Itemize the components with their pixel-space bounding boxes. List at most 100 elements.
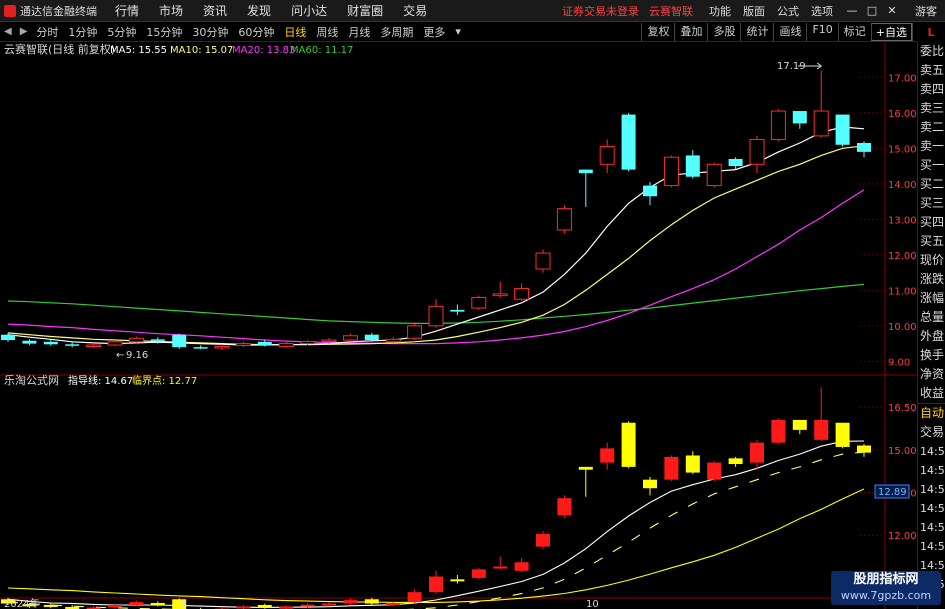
- candle-body: [514, 288, 530, 300]
- period-1min[interactable]: 1分钟: [63, 24, 102, 40]
- yaxis-main-label: 15.00: [888, 144, 917, 155]
- tool-biaoji[interactable]: 标记: [837, 22, 871, 41]
- period-daily[interactable]: 日线: [279, 24, 311, 40]
- period-5min[interactable]: 5分钟: [102, 24, 141, 40]
- tool-huaxian[interactable]: 画线: [773, 22, 806, 41]
- sub-title: 乐淘公式网: [4, 374, 59, 387]
- quote-label: 涨跌: [920, 272, 945, 286]
- sub-bar: [664, 456, 679, 480]
- tool-gongshi[interactable]: 公式: [771, 3, 805, 19]
- sub-bar: [835, 422, 850, 447]
- ma5-label: MA5: 15.55: [110, 45, 167, 56]
- chart-area: 云赛智联(日线 前复权) MA5: 15.55 MA10: 15.07 MA20…: [0, 42, 945, 609]
- low-annotation: 9.16: [126, 350, 148, 361]
- app-logo-icon: [4, 4, 16, 17]
- candle-body: [1, 334, 15, 341]
- candle-body: [65, 344, 80, 346]
- period-15min[interactable]: 15分钟: [141, 24, 187, 40]
- sub-bar: [750, 442, 764, 463]
- period-monthly[interactable]: 月线: [343, 24, 375, 40]
- period-weekly[interactable]: 周线: [311, 24, 343, 40]
- xaxis-label-9: 9: [180, 599, 186, 609]
- trade-time: 14:56: [920, 521, 945, 534]
- sub-bar: [300, 604, 315, 607]
- chevron-down-icon[interactable]: ▾: [450, 25, 466, 38]
- nav-right-icon[interactable]: ▶: [16, 26, 32, 37]
- menu-bar: 通达信金融终端 行情 市场 资讯 发现 问小达 财富圈 交易 证券交易未登录 云…: [0, 0, 945, 22]
- candle-body: [450, 309, 465, 312]
- quote-label: 现价: [920, 253, 945, 267]
- candle-body: [556, 208, 572, 231]
- quote-label: 总量: [920, 310, 945, 324]
- kline-chart[interactable]: 云赛智联(日线 前复权) MA5: 15.55 MA10: 15.07 MA20…: [0, 42, 945, 609]
- yaxis-main-label: 17.00: [888, 73, 917, 84]
- stock-name-link[interactable]: 云赛智联: [649, 3, 693, 19]
- quote-label: 买一: [920, 158, 945, 172]
- candle-body: [792, 111, 807, 124]
- sub-bar: [322, 603, 336, 606]
- xaxis-label-10: 10: [586, 599, 599, 609]
- menu-wenxiaoda[interactable]: 问小达: [281, 2, 337, 19]
- yaxis-main-label: 13.00: [888, 215, 917, 226]
- sub-bar: [557, 498, 572, 516]
- yaxis-sub-label: 15.00: [888, 446, 917, 457]
- candle-body: [342, 335, 358, 341]
- tool-duogu[interactable]: 多股: [707, 22, 740, 41]
- minimize-icon[interactable]: —: [843, 4, 861, 17]
- critical-point-label: 临界点: 12.77: [132, 374, 197, 387]
- sub-bar: [43, 604, 58, 607]
- yaxis-main-label: 10.00: [888, 322, 917, 333]
- nav-left-icon[interactable]: ◀: [0, 26, 16, 37]
- menu-zixun[interactable]: 资讯: [193, 2, 237, 19]
- quote-label: 换手: [920, 348, 945, 362]
- candle-body: [578, 169, 593, 174]
- watermark: 股朋指标网 www.7gpzb.com: [831, 571, 941, 605]
- menu-caifuquan[interactable]: 财富圈: [337, 2, 393, 19]
- close-icon[interactable]: ✕: [883, 4, 901, 17]
- period-30min[interactable]: 30分钟: [187, 24, 233, 40]
- tool-gongneng[interactable]: 功能: [703, 3, 737, 19]
- sub-bar: [129, 602, 144, 605]
- menu-shichang[interactable]: 市场: [149, 2, 193, 19]
- candle-body: [172, 334, 187, 348]
- candle-body: [86, 344, 102, 348]
- guest-user[interactable]: 游客: [901, 3, 945, 19]
- tool-fuquan[interactable]: 复权: [641, 22, 674, 41]
- tool-diejia[interactable]: 叠加: [674, 22, 707, 41]
- trade-login-link[interactable]: 证券交易未登录: [562, 3, 639, 19]
- candle-body: [235, 343, 251, 346]
- menu-hangqing[interactable]: 行情: [105, 2, 149, 19]
- candle-body: [813, 110, 829, 137]
- tool-f10[interactable]: F10: [806, 22, 837, 41]
- candle-body: [770, 110, 786, 140]
- quote-label: 买四: [920, 215, 945, 229]
- sub-bar: [364, 599, 379, 604]
- quote-label: 卖一: [920, 139, 945, 153]
- period-more[interactable]: 更多: [418, 24, 450, 40]
- sub-bar: [407, 592, 422, 603]
- tool-xuanxiang[interactable]: 选项: [805, 3, 839, 19]
- quote-label: 卖四: [920, 82, 945, 96]
- menu-jiaoyi[interactable]: 交易: [393, 2, 437, 19]
- sub-bar: [108, 604, 122, 608]
- sub-bar: [536, 533, 550, 547]
- candle-body: [706, 163, 722, 187]
- period-fenshi[interactable]: 分时: [31, 24, 63, 40]
- xaxis-label-2024: 2024年: [4, 597, 39, 609]
- sub-bar: [257, 604, 272, 608]
- tool-banmian[interactable]: 版面: [737, 3, 771, 19]
- candle-body: [599, 146, 615, 165]
- candle-body: [128, 337, 144, 343]
- candle-body: [364, 334, 379, 341]
- sub-bar: [493, 566, 508, 569]
- ma20-label: MA20: 13.83: [232, 45, 295, 56]
- period-multi[interactable]: 多周期: [375, 24, 418, 40]
- maximize-icon[interactable]: □: [863, 4, 881, 17]
- candle-body: [407, 325, 423, 339]
- tool-tongji[interactable]: 统计: [740, 22, 773, 41]
- trade-label[interactable]: 交易: [918, 423, 945, 442]
- add-watchlist-button[interactable]: +自选: [870, 22, 912, 41]
- candle-body: [835, 114, 850, 145]
- period-60min[interactable]: 60分钟: [233, 24, 279, 40]
- menu-faxian[interactable]: 发现: [237, 2, 281, 19]
